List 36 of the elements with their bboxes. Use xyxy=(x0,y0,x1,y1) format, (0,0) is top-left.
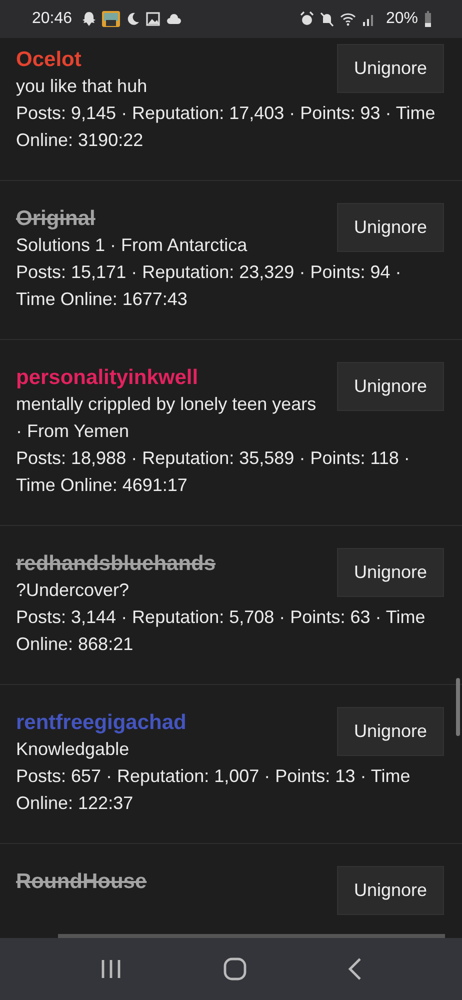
back-icon[interactable] xyxy=(348,958,362,980)
alarm-icon xyxy=(300,11,314,27)
user-subtitle: ?Undercover? xyxy=(16,579,130,602)
unignore-button[interactable]: Unignore xyxy=(336,362,444,411)
username[interactable]: Original xyxy=(16,205,325,232)
ghost-icon xyxy=(82,11,96,27)
unignore-button[interactable]: Unignore xyxy=(336,548,444,597)
username[interactable]: Ocelot xyxy=(16,46,325,73)
user-subtitle: you like that huh xyxy=(16,75,148,98)
clock-time: 20:46 xyxy=(32,10,72,28)
wifi-icon xyxy=(340,11,356,27)
user-stats: Posts: 9,145 · Reputation: 17,403 · Points: 93 · Time Online: 3190:22 xyxy=(16,102,436,152)
battery-icon xyxy=(424,11,432,27)
app-icon xyxy=(102,11,120,27)
username[interactable]: personalityinkwell xyxy=(16,364,325,391)
user-stats: Posts: 15,171 · Reputation: 23,329 · Points: 94 · Time Online: 1677:43 xyxy=(16,261,402,311)
username[interactable]: RoundHouse xyxy=(16,868,325,895)
home-icon[interactable] xyxy=(222,957,247,981)
scrollbar xyxy=(456,678,460,736)
image-icon xyxy=(146,11,160,27)
recent-apps-icon[interactable] xyxy=(100,959,122,979)
battery-percent: 20% xyxy=(386,10,418,28)
moon-icon xyxy=(126,11,140,27)
cloud-icon xyxy=(166,11,182,27)
unignore-button[interactable]: Unignore xyxy=(336,44,444,93)
user-stats: Posts: 18,988 · Reputation: 35,589 · Points: 118 · Time Online: 4691:17 xyxy=(16,447,411,497)
user-subtitle: mentally crippled by lonely teen years · From Yemen xyxy=(16,393,318,443)
user-stats: Posts: 657 · Reputation: 1,007 · Points: 13 · Time Online: 122:37 xyxy=(16,765,412,815)
username[interactable]: redhandsbluehands xyxy=(16,550,325,577)
unignore-button[interactable]: Unignore xyxy=(336,866,444,915)
user-subtitle: Solutions 1 · From Antarctica xyxy=(16,234,248,257)
unignore-button[interactable]: Unignore xyxy=(336,203,444,252)
mute-icon xyxy=(320,11,334,27)
unignore-button[interactable]: Unignore xyxy=(336,707,444,756)
user-subtitle: Knowledgable xyxy=(16,738,130,761)
user-stats: Posts: 3,144 · Reputation: 5,708 · Points: 63 · Time Online: 868:21 xyxy=(16,606,426,656)
